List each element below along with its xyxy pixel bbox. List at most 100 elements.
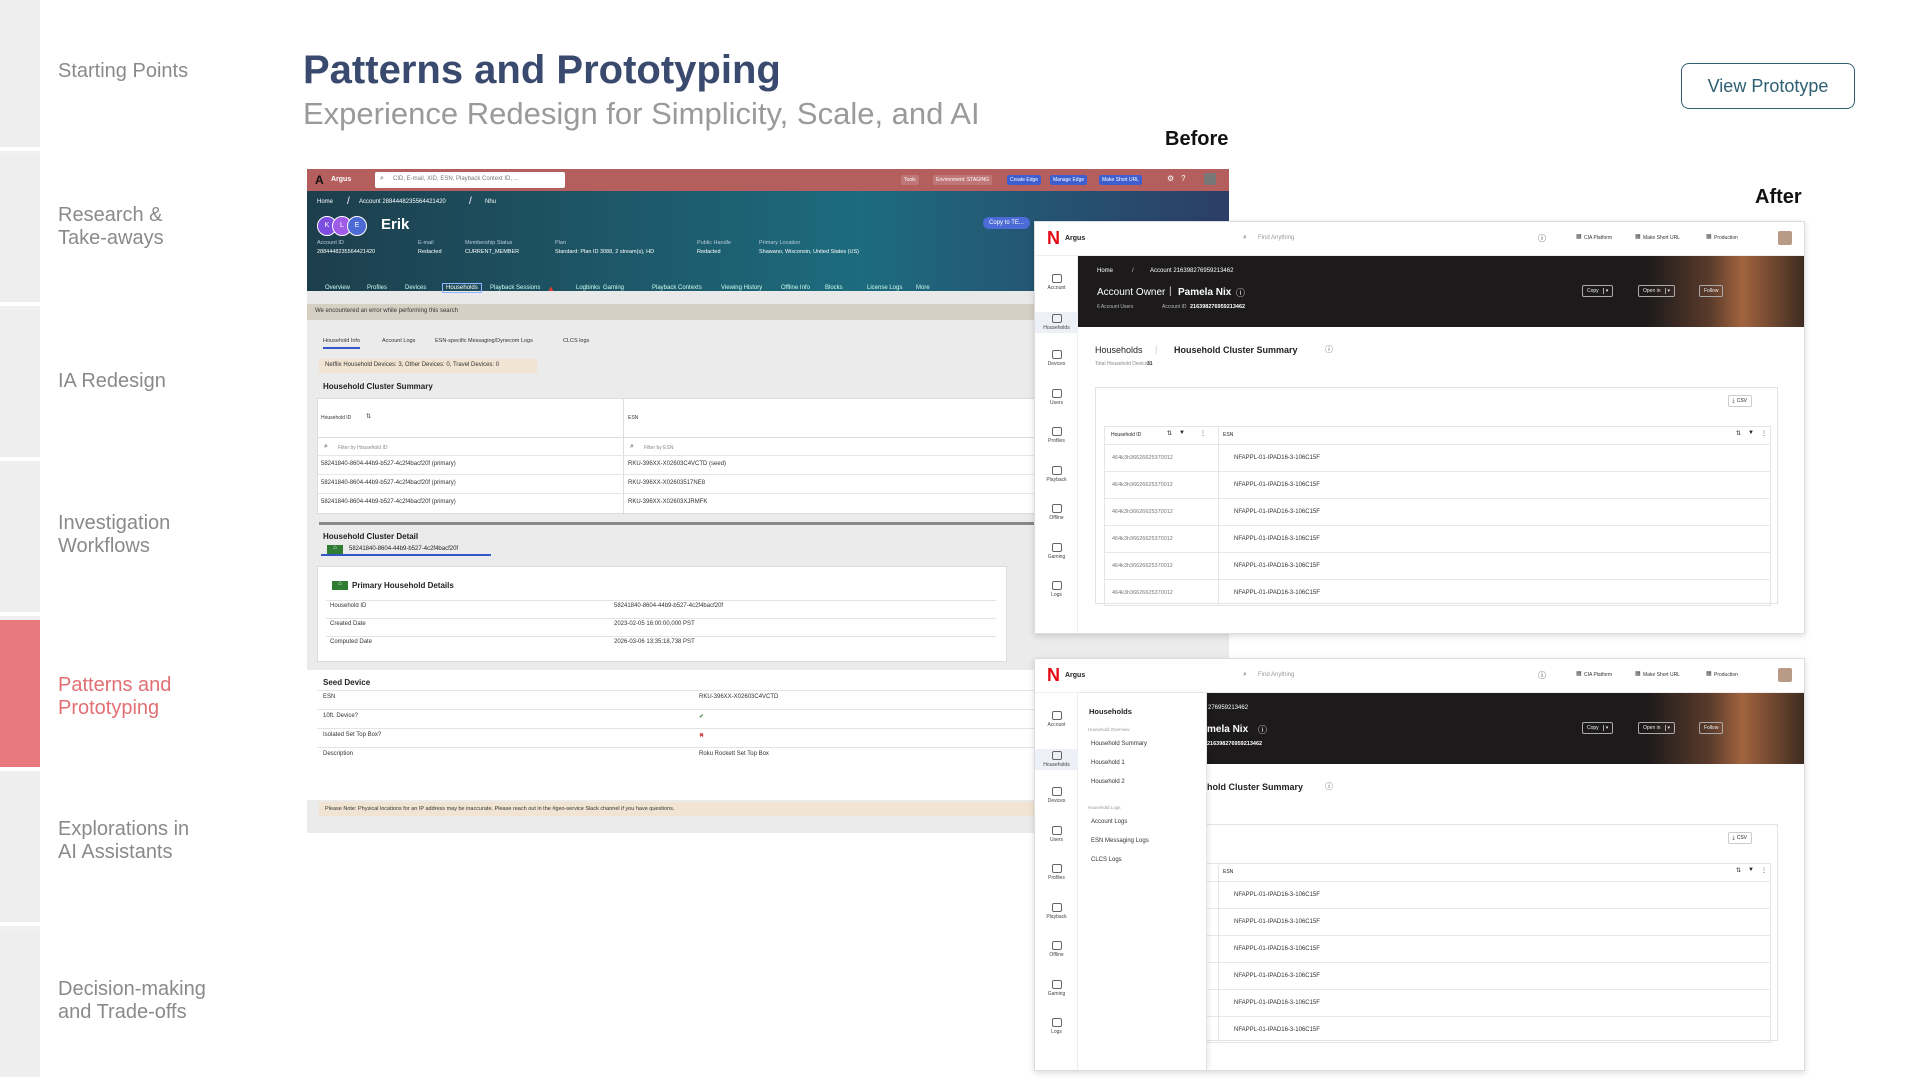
sidebar-item-profiles[interactable]: Profiles <box>1035 864 1078 881</box>
help-icon[interactable]: ? <box>1181 174 1185 183</box>
view-prototype-button[interactable]: View Prototype <box>1681 63 1855 109</box>
column-header[interactable]: Household ID <box>1111 432 1141 438</box>
sidebar-item-playback[interactable]: Playback <box>1035 903 1078 920</box>
csv-button[interactable]: ⤓ CSV <box>1727 395 1752 407</box>
row-esn[interactable]: NFAPPL-01-IPAD16-3-106C15F <box>1234 563 1320 569</box>
row-household-id[interactable]: 464k3h36626625370012 <box>1112 509 1173 515</box>
tab-3[interactable]: Households <box>442 283 482 293</box>
hero-button-open-in[interactable]: Open in ▾ <box>1638 722 1676 734</box>
sidebar-item-devices[interactable]: Devices <box>1035 350 1078 367</box>
sidebar-item-households[interactable]: Households <box>1035 312 1078 333</box>
tab-9[interactable]: Offline Info <box>781 285 810 291</box>
breadcrumb-item[interactable]: Account 2884448235564421420 <box>359 199 446 205</box>
filter-input[interactable]: Filter by Household ID <box>338 445 387 451</box>
chevron-down-icon[interactable]: ▾ <box>1664 288 1671 294</box>
hero-button-copy[interactable]: Copy ▾ <box>1582 722 1614 734</box>
filter-input[interactable]: Filter by ESN <box>644 445 673 451</box>
avatar[interactable] <box>1778 231 1792 245</box>
table-row[interactable]: 464k3h36626625370012 NFAPPL-01-IPAD16-3-1… <box>1104 498 1771 525</box>
hero-button-follow[interactable]: Follow <box>1699 722 1724 734</box>
nav-segment[interactable] <box>0 0 40 151</box>
nav-item-3[interactable]: Investigation Workflows <box>58 512 258 558</box>
filter-icon[interactable]: ▼ <box>1179 430 1185 436</box>
sidebar-item-households[interactable]: Households <box>1035 749 1078 770</box>
top-link-2[interactable]: Production <box>1714 672 1738 678</box>
sort-icon[interactable]: ⇅ <box>1167 430 1172 437</box>
tab-1[interactable]: Profiles <box>367 285 387 291</box>
row-esn[interactable]: NFAPPL-01-IPAD16-3-106C15F <box>1234 482 1320 488</box>
sidebar-item-gaming[interactable]: Gaming <box>1035 543 1078 560</box>
sidebar-item-playback[interactable]: Playback <box>1035 466 1078 483</box>
nav-segment[interactable] <box>0 155 40 306</box>
top-button[interactable]: Create Edge <box>1007 175 1042 185</box>
tab-8[interactable]: Viewing History <box>721 285 762 291</box>
sidebar-item-offline[interactable]: Offline <box>1035 941 1078 958</box>
chevron-down-icon[interactable]: ▾ <box>1602 725 1609 731</box>
page-parent[interactable]: Households <box>1095 345 1143 355</box>
tab-11[interactable]: License Logs <box>867 285 902 291</box>
sidebar-item-logs[interactable]: Logs <box>1035 581 1078 598</box>
nav-item-6[interactable]: Decision-making and Trade-offs <box>58 978 258 1024</box>
top-link-1[interactable]: Make Short URL <box>1643 235 1680 241</box>
column-header[interactable]: ESN <box>628 415 638 421</box>
row-household-id[interactable]: 464k3h36626625370012 <box>1112 563 1173 569</box>
top-link-1[interactable]: Make Short URL <box>1643 672 1680 678</box>
info-icon[interactable]: ⓘ <box>1325 781 1333 792</box>
breadcrumb-item[interactable]: Home <box>317 199 333 205</box>
cluster-row-esn[interactable]: RKU-396XX-X02603XJRMFK <box>628 499 707 505</box>
top-link-2[interactable]: Production <box>1714 235 1738 241</box>
row-esn[interactable]: NFAPPL-01-IPAD16-3-106C15F <box>1234 590 1320 596</box>
avatar[interactable] <box>1204 173 1216 185</box>
sidebar-item-offline[interactable]: Offline <box>1035 504 1078 521</box>
detail-tab[interactable]: ⌂ 58241840-8604-44b9-b527-4c2f4bacf20f <box>321 544 491 556</box>
sidebar-item-profiles[interactable]: Profiles <box>1035 427 1078 444</box>
csv-button[interactable]: ⤓ CSV <box>1727 832 1752 844</box>
filter-icon[interactable]: ▼ <box>1748 867 1754 873</box>
row-esn[interactable]: NFAPPL-01-IPAD16-3-106C15F <box>1234 536 1320 542</box>
tab-5[interactable]: Logbinks <box>576 285 600 291</box>
sidebar-item-gaming[interactable]: Gaming <box>1035 980 1078 997</box>
cluster-row-hhid[interactable]: 58241840-8604-44b9-b527-4c2f4bacf20f (pr… <box>321 480 456 486</box>
nav-segment[interactable] <box>0 620 40 771</box>
row-esn[interactable]: NFAPPL-01-IPAD16-3-106C15F <box>1234 973 1320 979</box>
cluster-row-esn[interactable]: RKU-396XX-X02603517NE8 <box>628 480 705 486</box>
top-link-0[interactable]: CIA Platform <box>1584 672 1612 678</box>
info-icon[interactable]: ⓘ <box>1325 344 1333 355</box>
subtab-1[interactable]: Account Logs <box>382 338 415 344</box>
gear-icon[interactable]: ⚙ <box>1167 174 1174 183</box>
table-row[interactable]: 464k3h36626625370012 NFAPPL-01-IPAD16-3-1… <box>1104 579 1771 606</box>
flyout-item[interactable]: CLCS Logs <box>1091 857 1122 863</box>
top-button[interactable]: Make Short URL <box>1099 175 1142 185</box>
after-search-input[interactable]: Find Anything <box>1258 235 1294 241</box>
nav-item-0[interactable]: Starting Points <box>58 60 258 83</box>
more-icon[interactable]: ⋮ <box>1200 430 1206 437</box>
top-button[interactable]: Manage Edge <box>1050 175 1088 185</box>
sidebar-item-users[interactable]: Users <box>1035 389 1078 406</box>
flyout-item[interactable]: Account Logs <box>1091 819 1127 825</box>
top-button[interactable]: Tools <box>901 175 919 185</box>
sidebar-item-account[interactable]: Account <box>1035 274 1078 291</box>
table-row[interactable]: 464k3h36626625370012 NFAPPL-01-IPAD16-3-1… <box>1104 552 1771 579</box>
nav-segment[interactable] <box>0 775 40 926</box>
help-icon[interactable]: ⓘ <box>1538 670 1546 681</box>
column-header[interactable]: Household ID <box>321 415 351 421</box>
hero-button-follow[interactable]: Follow <box>1699 285 1724 297</box>
nav-item-4[interactable]: Patterns and Prototyping <box>58 674 258 720</box>
sort-icon[interactable]: ⇅ <box>1736 867 1741 874</box>
nav-item-1[interactable]: Research & Take-aways <box>58 204 258 250</box>
row-esn[interactable]: NFAPPL-01-IPAD16-3-106C15F <box>1234 1027 1320 1033</box>
nav-item-2[interactable]: IA Redesign <box>58 370 258 393</box>
breadcrumb-home[interactable]: Home <box>1097 268 1113 274</box>
more-icon[interactable]: ⋮ <box>1761 867 1767 874</box>
row-esn[interactable]: NFAPPL-01-IPAD16-3-106C15F <box>1234 946 1320 952</box>
flyout-item[interactable]: Household 1 <box>1091 760 1125 766</box>
nav-segment[interactable] <box>0 310 40 461</box>
row-esn[interactable]: NFAPPL-01-IPAD16-3-106C15F <box>1234 455 1320 461</box>
cluster-row-esn[interactable]: RKU-396XX-X02603C4VCTD (seed) <box>628 461 726 467</box>
row-esn[interactable]: NFAPPL-01-IPAD16-3-106C15F <box>1234 919 1320 925</box>
tab-2[interactable]: Devices <box>405 285 426 291</box>
sidebar-item-account[interactable]: Account <box>1035 711 1078 728</box>
copy-button[interactable]: Copy to TE... <box>983 217 1030 229</box>
sidebar-item-devices[interactable]: Devices <box>1035 787 1078 804</box>
chevron-down-icon[interactable]: ▾ <box>1664 725 1671 731</box>
